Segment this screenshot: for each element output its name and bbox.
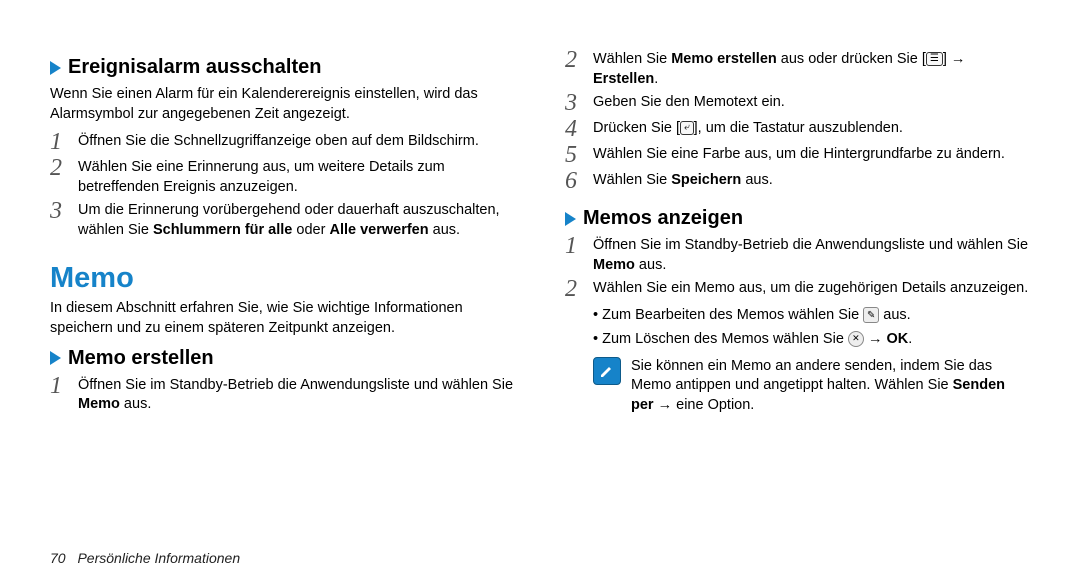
step-item: 3 Um die Erinnerung vorübergehend oder d… bbox=[50, 201, 515, 240]
step-text: Wählen Sie eine Erinnerung aus, um weite… bbox=[78, 158, 515, 197]
step-number: 3 bbox=[565, 91, 593, 115]
step-item: 1 Öffnen Sie im Standby-Betrieb die Anwe… bbox=[565, 236, 1030, 275]
right-column: 2 Wählen Sie Memo erstellen aus oder drü… bbox=[565, 50, 1030, 540]
steps-list: 1 Öffnen Sie im Standby-Betrieb die Anwe… bbox=[50, 376, 515, 415]
steps-list-continued: 2 Wählen Sie Memo erstellen aus oder drü… bbox=[565, 50, 1030, 193]
section-intro: In diesem Abschnitt erfahren Sie, wie Si… bbox=[50, 299, 515, 338]
step-number: 2 bbox=[565, 277, 593, 301]
note-box: Sie können ein Memo an andere senden, in… bbox=[565, 357, 1030, 416]
step-item: 5 Wählen Sie eine Farbe aus, um die Hint… bbox=[565, 145, 1030, 167]
chevron-right-icon bbox=[50, 61, 61, 75]
subheading-memo-erstellen: Memo erstellen bbox=[50, 347, 515, 370]
step-text: Öffnen Sie die Schnellzugriffanzeige obe… bbox=[78, 132, 515, 152]
chevron-right-icon bbox=[565, 212, 576, 226]
steps-list: 1 Öffnen Sie die Schnellzugriffanzeige o… bbox=[50, 132, 515, 240]
steps-list: 1 Öffnen Sie im Standby-Betrieb die Anwe… bbox=[565, 236, 1030, 301]
step-text: Öffnen Sie im Standby-Betrieb die Anwend… bbox=[593, 236, 1030, 275]
step-item: 4 Drücken Sie [⤶], um die Tastatur auszu… bbox=[565, 119, 1030, 141]
step-item: 2 Wählen Sie ein Memo aus, um die zugehö… bbox=[565, 279, 1030, 301]
bullet-item: Zum Bearbeiten des Memos wählen Sie ✎ au… bbox=[593, 305, 1030, 327]
step-number: 1 bbox=[565, 234, 593, 258]
step-item: 1 Öffnen Sie die Schnellzugriffanzeige o… bbox=[50, 132, 515, 154]
step-text: Geben Sie den Memotext ein. bbox=[593, 93, 1030, 113]
step-item: 3 Geben Sie den Memotext ein. bbox=[565, 93, 1030, 115]
note-icon bbox=[593, 357, 621, 385]
menu-key-icon: ☰ bbox=[926, 52, 943, 66]
subheading-text: Ereignisalarm ausschalten bbox=[68, 56, 321, 79]
step-text: Wählen Sie Memo erstellen aus oder drück… bbox=[593, 50, 1030, 89]
step-number: 3 bbox=[50, 199, 78, 223]
step-text: Wählen Sie eine Farbe aus, um die Hinter… bbox=[593, 145, 1030, 165]
intro-paragraph: Wenn Sie einen Alarm für ein Kalenderere… bbox=[50, 85, 515, 124]
step-number: 6 bbox=[565, 169, 593, 193]
step-text: Wählen Sie Speichern aus. bbox=[593, 171, 1030, 191]
step-item: 1 Öffnen Sie im Standby-Betrieb die Anwe… bbox=[50, 376, 515, 415]
step-text: Um die Erinnerung vorübergehend oder dau… bbox=[78, 201, 515, 240]
bullet-list: Zum Bearbeiten des Memos wählen Sie ✎ au… bbox=[593, 305, 1030, 351]
subheading-text: Memos anzeigen bbox=[583, 207, 743, 230]
step-item: 6 Wählen Sie Speichern aus. bbox=[565, 171, 1030, 193]
subheading-text: Memo erstellen bbox=[68, 347, 214, 370]
edit-icon: ✎ bbox=[863, 307, 879, 323]
chevron-right-icon bbox=[50, 351, 61, 365]
step-text: Wählen Sie ein Memo aus, um die zugehöri… bbox=[593, 279, 1030, 299]
step-number: 5 bbox=[565, 143, 593, 167]
page-content: Ereignisalarm ausschalten Wenn Sie einen… bbox=[50, 50, 1030, 540]
left-column: Ereignisalarm ausschalten Wenn Sie einen… bbox=[50, 50, 515, 540]
note-text: Sie können ein Memo an andere senden, in… bbox=[631, 357, 1030, 416]
step-item: 2 Wählen Sie Memo erstellen aus oder drü… bbox=[565, 50, 1030, 89]
page-footer: 70 Persönliche Informationen bbox=[50, 550, 240, 566]
step-number: 1 bbox=[50, 130, 78, 154]
page-number: 70 bbox=[50, 550, 66, 566]
step-text: Öffnen Sie im Standby-Betrieb die Anwend… bbox=[78, 376, 515, 415]
footer-section: Persönliche Informationen bbox=[77, 550, 240, 566]
step-number: 4 bbox=[565, 117, 593, 141]
step-number: 2 bbox=[50, 156, 78, 180]
step-number: 1 bbox=[50, 374, 78, 398]
step-item: 2 Wählen Sie eine Erinnerung aus, um wei… bbox=[50, 158, 515, 197]
subheading-memos-anzeigen: Memos anzeigen bbox=[565, 207, 1030, 230]
bullet-item: Zum Löschen des Memos wählen Sie ✕ → OK. bbox=[593, 329, 1030, 351]
delete-icon: ✕ bbox=[848, 331, 864, 347]
back-key-icon: ⤶ bbox=[680, 121, 694, 135]
step-number: 2 bbox=[565, 48, 593, 72]
subheading-ereignisalarm: Ereignisalarm ausschalten bbox=[50, 56, 515, 79]
step-text: Drücken Sie [⤶], um die Tastatur auszubl… bbox=[593, 119, 1030, 139]
section-title-memo: Memo bbox=[50, 262, 515, 295]
